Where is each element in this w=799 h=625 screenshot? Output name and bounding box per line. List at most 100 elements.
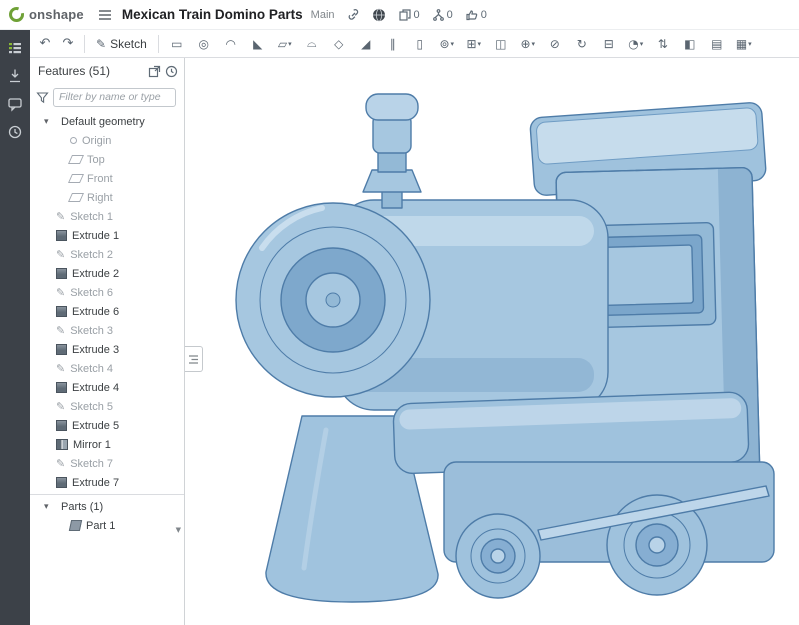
transform-tool[interactable]: ↻ (569, 33, 595, 55)
toolbar-divider (158, 35, 159, 53)
modify-fillet-tool[interactable]: ◔ (623, 33, 649, 55)
link-icon[interactable] (347, 8, 360, 21)
sketch-button[interactable]: ✎ Sketch (90, 33, 153, 55)
plane-icon (68, 155, 84, 164)
open-panel-icon[interactable] (148, 65, 161, 78)
extrude-icon (56, 420, 67, 431)
modify-fillet-icon: ◔ (628, 37, 638, 51)
branch-name[interactable]: Main (311, 9, 335, 21)
redo-button[interactable]: ↷ (57, 33, 79, 55)
extrude-icon (56, 268, 67, 279)
feature-item-extrude-5[interactable]: Extrude 5 (30, 416, 184, 435)
onshape-logo[interactable]: onshape (8, 6, 84, 23)
rib-icon: ∥ (390, 37, 396, 51)
delete-part-tool[interactable]: ⊟ (596, 33, 622, 55)
split-icon: ⊘ (550, 37, 560, 51)
feature-toolbar: ↶ ↷ ✎ Sketch ▭ ◎ ◠ ◣ ▱ ⌓ ◇ ◢ ∥ ▯ ⊚ ⊞ ◫ ⊕… (30, 30, 799, 58)
sketch-icon: ✎ (56, 457, 65, 470)
thumbs-up-icon (466, 9, 478, 21)
mirror-tool[interactable]: ◫ (488, 33, 514, 55)
feature-item-front-plane[interactable]: Front (30, 169, 184, 188)
feature-item-extrude-4[interactable]: Extrude 4 (30, 378, 184, 397)
feature-item-sketch-3[interactable]: ✎ Sketch 3 (30, 321, 184, 340)
chamfer-tool[interactable]: ◇ (326, 33, 352, 55)
draft-icon: ◢ (361, 37, 370, 51)
chevron-down-icon[interactable]: ▾ (44, 117, 56, 127)
move-face-icon: ⇅ (658, 37, 668, 51)
appearance-icon: ◧ (684, 37, 695, 51)
feature-item-sketch-5[interactable]: ✎ Sketch 5 (30, 397, 184, 416)
feature-item-origin[interactable]: Origin (30, 131, 184, 150)
document-menu-icon[interactable] (98, 9, 112, 21)
feature-item-extrude-6[interactable]: Extrude 6 (30, 302, 184, 321)
feature-item-extrude-7[interactable]: Extrude 7 (30, 473, 184, 492)
feature-item-right-plane[interactable]: Right (30, 188, 184, 207)
3d-viewport[interactable] (186, 58, 799, 625)
feature-item-sketch-6[interactable]: ✎ Sketch 6 (30, 283, 184, 302)
revolve-tool[interactable]: ◎ (191, 33, 217, 55)
features-header-label: Features (51) (38, 64, 144, 78)
sheet-metal-icon: ▦ (736, 37, 747, 51)
loft-icon: ◣ (253, 37, 262, 51)
forks-count[interactable]: 0 (433, 9, 453, 21)
chevron-down-icon[interactable]: ▾ (44, 502, 56, 512)
parts-header[interactable]: ▾ Parts (1) (30, 497, 184, 516)
appearance-tool[interactable]: ◧ (677, 33, 703, 55)
feature-item-extrude-2[interactable]: Extrude 2 (30, 264, 184, 283)
undo-button[interactable]: ↶ (34, 33, 56, 55)
draft-tool[interactable]: ◢ (353, 33, 379, 55)
feature-item-sketch-4[interactable]: ✎ Sketch 4 (30, 359, 184, 378)
feature-list-tab[interactable] (2, 36, 28, 60)
panel-collapse-handle[interactable] (185, 346, 203, 372)
rib-tool[interactable]: ∥ (380, 33, 406, 55)
thicken-icon: ▱ (278, 37, 287, 51)
sheet-metal-tool[interactable]: ▦ (731, 33, 757, 55)
feature-item-default-geometry[interactable]: ▾ Default geometry (30, 112, 184, 131)
parts-section: ▾ Parts (1) Part 1 (30, 494, 184, 535)
measure-tool[interactable]: ▤ (704, 33, 730, 55)
history-tab[interactable] (2, 120, 28, 144)
insert-tab[interactable] (2, 64, 28, 88)
toolbar-divider (84, 35, 85, 53)
delete-part-icon: ⊟ (604, 37, 614, 51)
copies-count-value: 0 (414, 9, 420, 21)
extrude-icon (56, 382, 67, 393)
move-face-tool[interactable]: ⇅ (650, 33, 676, 55)
feature-tree: ▾ Default geometry Origin Top Front Righ… (30, 110, 184, 492)
tree-scroll-down-button[interactable]: ▼ (176, 526, 181, 534)
feature-filter-input[interactable] (53, 88, 176, 107)
sketch-button-label: Sketch (110, 37, 147, 51)
feature-item-extrude-3[interactable]: Extrude 3 (30, 340, 184, 359)
loft-tool[interactable]: ◣ (245, 33, 271, 55)
likes-count[interactable]: 0 (466, 9, 487, 21)
boolean-tool[interactable]: ⊕ (515, 33, 541, 55)
fillet-tool[interactable]: ⌓ (299, 33, 325, 55)
split-tool[interactable]: ⊘ (542, 33, 568, 55)
document-title[interactable]: Mexican Train Domino Parts (122, 7, 303, 22)
shell-tool[interactable]: ▯ (407, 33, 433, 55)
extrude-icon (56, 230, 67, 241)
linear-pattern-tool[interactable]: ⊞ (461, 33, 487, 55)
copies-count[interactable]: 0 (399, 9, 420, 21)
feature-item-sketch-7[interactable]: ✎ Sketch 7 (30, 454, 184, 473)
feature-item-mirror-1[interactable]: Mirror 1 (30, 435, 184, 454)
sweep-tool[interactable]: ◠ (218, 33, 244, 55)
feature-item-sketch-2[interactable]: ✎ Sketch 2 (30, 245, 184, 264)
hole-tool[interactable]: ⊚ (434, 33, 460, 55)
filter-funnel-icon[interactable] (36, 91, 49, 104)
comment-tab[interactable] (2, 92, 28, 116)
globe-icon[interactable] (372, 8, 386, 22)
part-item-1[interactable]: Part 1 (30, 516, 184, 535)
feature-item-sketch-1[interactable]: ✎ Sketch 1 (30, 207, 184, 226)
rollback-history-icon[interactable] (165, 65, 178, 78)
shell-icon: ▯ (416, 37, 423, 51)
feature-item-extrude-1[interactable]: Extrude 1 (30, 226, 184, 245)
thicken-tool[interactable]: ▱ (272, 33, 298, 55)
mirror-icon: ◫ (495, 37, 506, 51)
extrude-tool[interactable]: ▭ (164, 33, 190, 55)
feature-item-top-plane[interactable]: Top (30, 150, 184, 169)
measure-icon: ▤ (711, 37, 722, 51)
fork-icon (433, 9, 444, 21)
left-rail (0, 30, 30, 625)
revolve-icon: ◎ (199, 37, 209, 51)
